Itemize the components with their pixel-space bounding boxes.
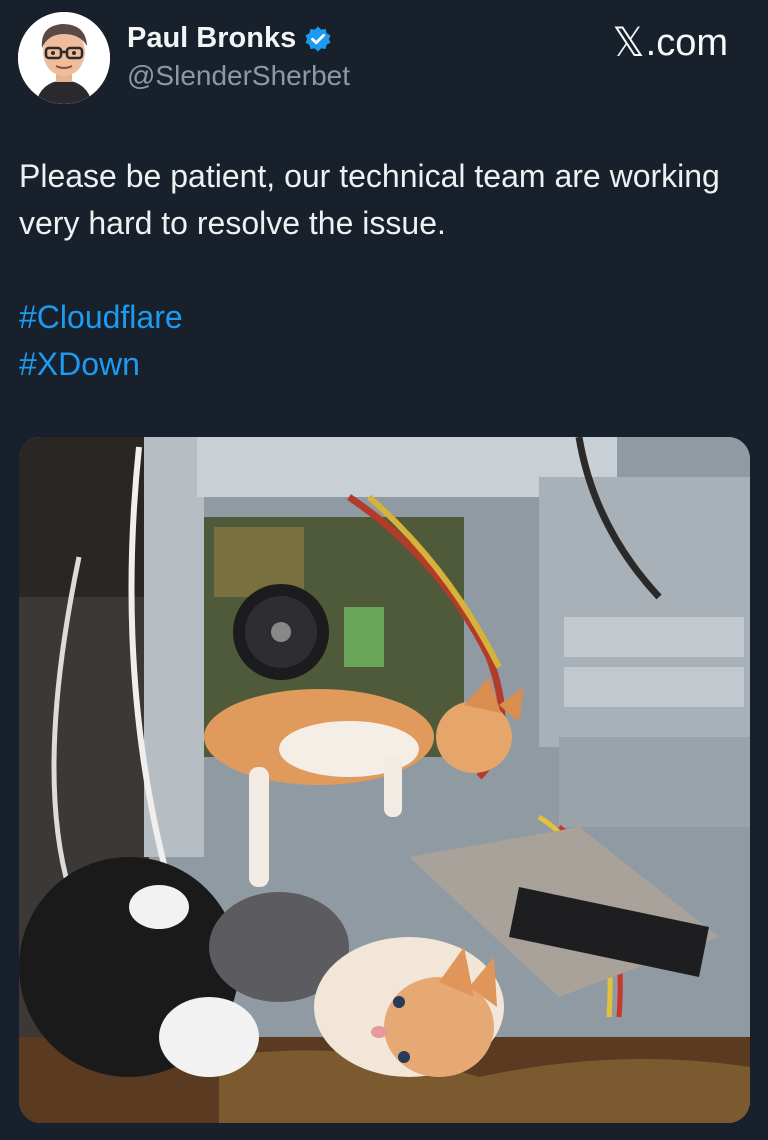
cartoon-avatar-icon [18, 12, 110, 104]
tweet-card: Paul Bronks @SlenderSherbet 𝕏 .com Pleas… [0, 0, 768, 1140]
author-name[interactable]: Paul Bronks [127, 22, 332, 55]
author-handle[interactable]: @SlenderSherbet [127, 60, 350, 92]
avatar[interactable] [18, 12, 110, 104]
hashtag-link[interactable]: #Cloudflare [19, 294, 183, 341]
verified-badge-icon [304, 25, 332, 53]
kittens-in-computer-case-image [19, 437, 750, 1123]
tweet-photo[interactable] [19, 437, 750, 1123]
hashtag-list: #Cloudflare #XDown [19, 294, 183, 388]
brand-watermark: 𝕏 .com [612, 20, 728, 66]
hashtag-link[interactable]: #XDown [19, 341, 183, 388]
tweet-text: Please be patient, our technical team ar… [19, 158, 720, 241]
brand-domain: .com [645, 21, 728, 64]
author-display-name[interactable]: Paul Bronks [127, 22, 296, 55]
x-logo-icon: 𝕏 [612, 20, 645, 66]
